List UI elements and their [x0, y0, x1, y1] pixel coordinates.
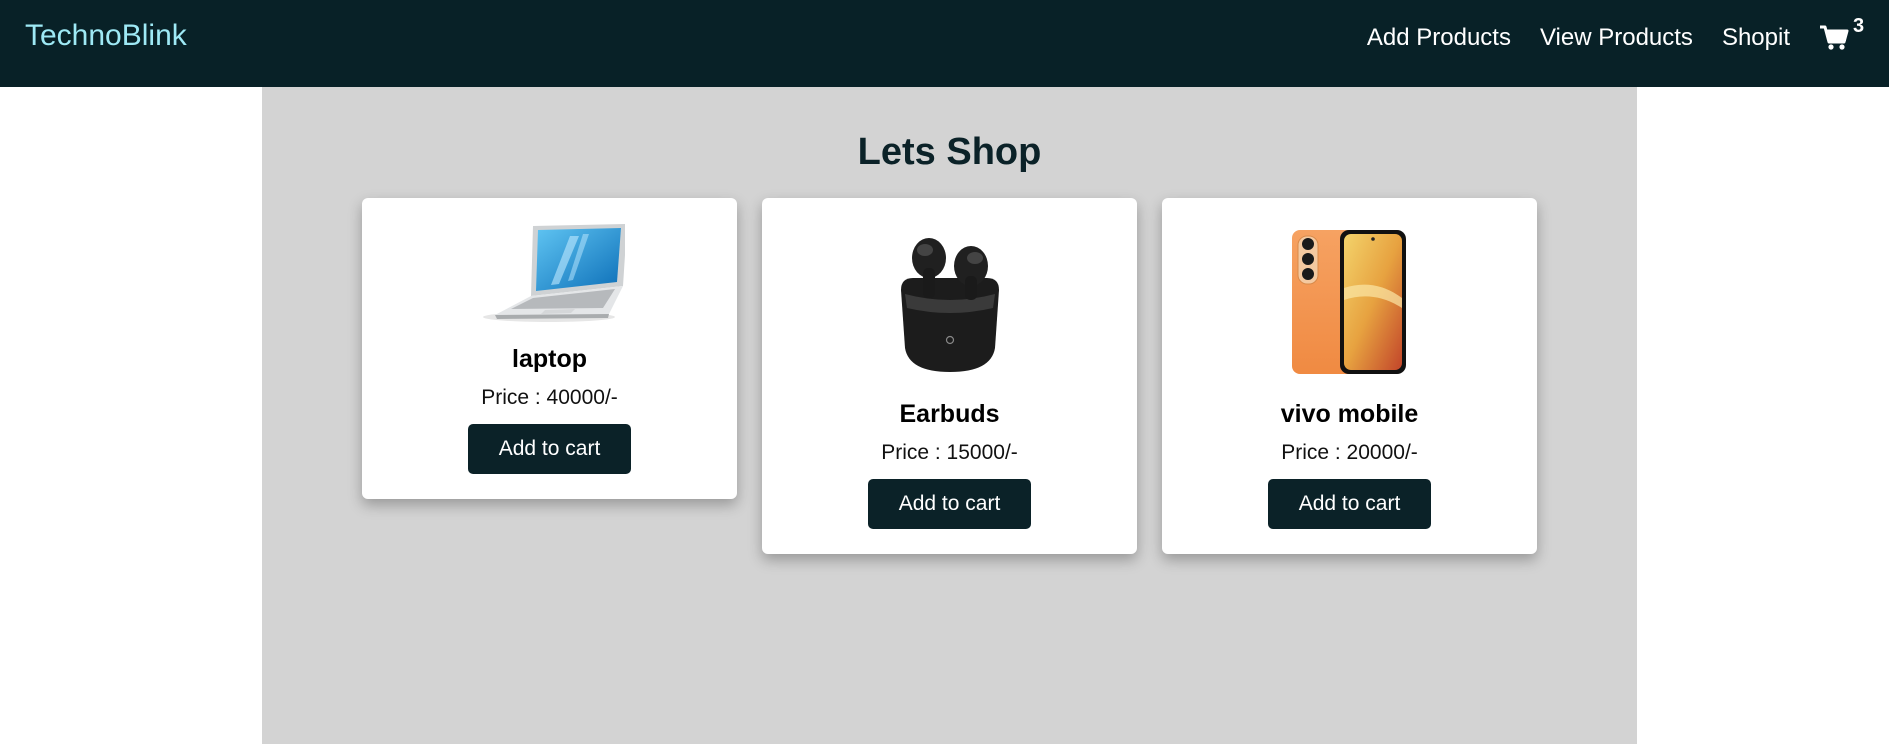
shop-section: Lets Shop laptop Price : 40000/- Add to … — [262, 87, 1637, 744]
product-card-laptop: laptop Price : 40000/- Add to cart — [362, 198, 737, 499]
add-to-cart-button[interactable]: Add to cart — [468, 424, 631, 474]
cart-count-badge: 3 — [1853, 15, 1865, 37]
nav-view-products-link[interactable]: View Products — [1540, 19, 1693, 57]
brand-logo-link[interactable]: TechnoBlink — [25, 18, 187, 54]
product-card-vivo-mobile: vivo mobile Price : 20000/- Add to cart — [1162, 198, 1537, 554]
page-title: Lets Shop — [857, 131, 1042, 173]
product-name: vivo mobile — [1280, 400, 1419, 428]
cart-button[interactable]: 3 — [1819, 15, 1869, 57]
navbar: TechnoBlink Add Products View Products S… — [0, 0, 1889, 87]
phone-image — [1162, 228, 1537, 376]
product-price: Price : 15000/- — [881, 441, 1018, 464]
product-name: laptop — [512, 345, 587, 373]
add-to-cart-button[interactable]: Add to cart — [868, 479, 1031, 529]
product-name: Earbuds — [899, 400, 1000, 428]
nav-add-products-link[interactable]: Add Products — [1367, 19, 1511, 57]
product-price: Price : 20000/- — [1281, 441, 1418, 464]
laptop-image — [362, 222, 737, 324]
product-price: Price : 40000/- — [481, 386, 618, 409]
product-card-earbuds: Earbuds Price : 15000/- Add to cart — [762, 198, 1137, 554]
shopping-cart-icon — [1820, 25, 1849, 50]
earbuds-image — [762, 228, 1137, 376]
add-to-cart-button[interactable]: Add to cart — [1268, 479, 1431, 529]
nav-shopit-link[interactable]: Shopit — [1722, 19, 1790, 57]
nav-links: Add Products View Products Shopit 3 — [1338, 15, 1869, 58]
